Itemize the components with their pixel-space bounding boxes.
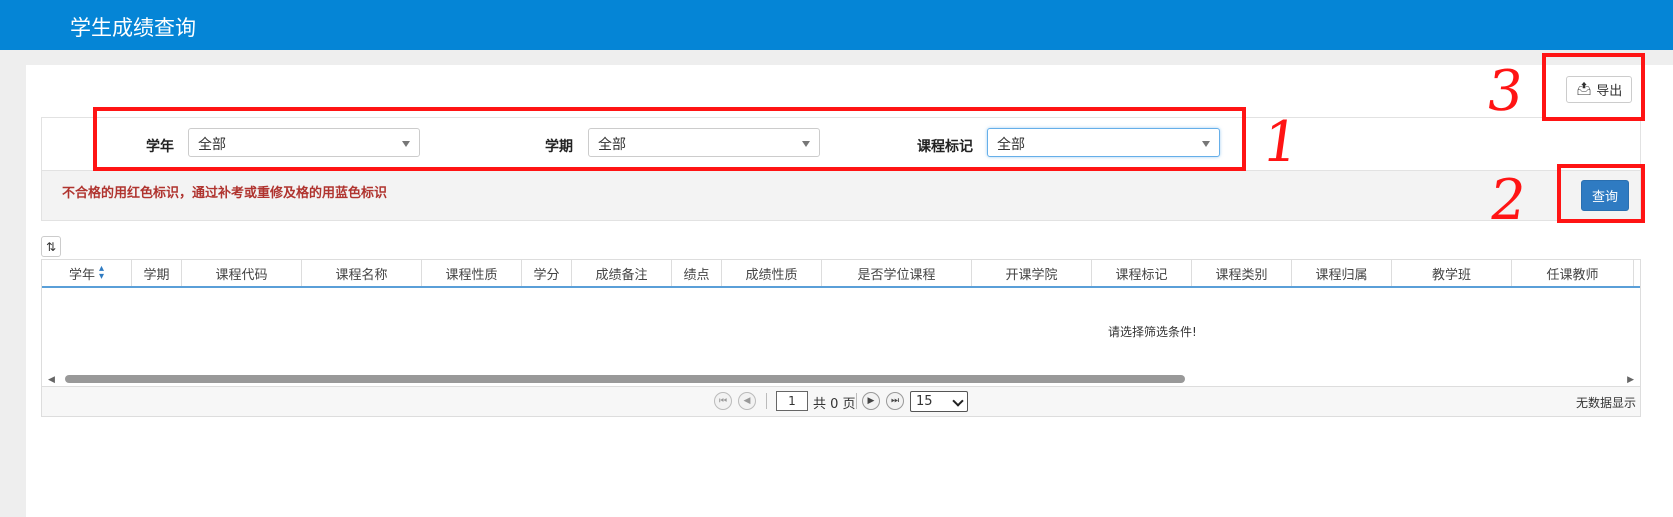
column-header[interactable]: 是否学位课程 (822, 260, 972, 286)
column-header[interactable]: 课程归属 (1292, 260, 1392, 286)
scroll-left-icon[interactable]: ◀ (48, 375, 55, 385)
scrollbar-thumb[interactable] (65, 375, 1185, 383)
top-bar: 学生成绩查询 (0, 0, 1673, 50)
pagination-bar: ⏮︎ ◀ 1 共 0 页 ▶ ⏭︎ 15 无数据显示 (42, 386, 1640, 416)
column-header-year[interactable]: 学年 ▴ ▾ (42, 260, 132, 286)
last-page-icon[interactable]: ⏭︎ (886, 392, 904, 410)
page-title: 学生成绩查询 (70, 16, 196, 40)
column-header[interactable]: 教学班 (1392, 260, 1512, 286)
column-header[interactable]: 学分 (522, 260, 572, 286)
pager-info: 无数据显示 (1575, 396, 1636, 410)
table-header: 学年 ▴ ▾ 学期 课程代码 课程名称 课程性质 学分 成绩备注 绩点 成绩性质 … (42, 260, 1640, 288)
prev-page-icon[interactable]: ◀ (738, 392, 756, 410)
column-header[interactable]: 成绩备注 (572, 260, 672, 286)
horizontal-scrollbar[interactable]: ◀ ▶ (42, 373, 1640, 385)
scroll-right-icon[interactable]: ▶ (1627, 375, 1634, 385)
column-header[interactable]: 学期 (132, 260, 182, 286)
column-header[interactable]: 绩点 (672, 260, 722, 286)
column-header[interactable]: 成绩性质 (722, 260, 822, 286)
column-header[interactable]: 课程性质 (422, 260, 522, 286)
pager-divider (856, 393, 857, 409)
pager-divider (766, 393, 767, 409)
sort-icon: ▴ ▾ (98, 263, 105, 282)
page-size-select[interactable]: 15 (910, 391, 968, 412)
column-header[interactable]: 课程代码 (182, 260, 302, 286)
first-page-icon[interactable]: ⏮︎ (714, 392, 732, 410)
notice-text: 不合格的用红色标识，通过补考或重修及格的用蓝色标识 (62, 186, 388, 201)
column-header[interactable]: 课程类别 (1192, 260, 1292, 286)
next-page-icon[interactable]: ▶ (862, 392, 880, 410)
column-header[interactable]: 课程标记 (1092, 260, 1192, 286)
page-total-text: 共 0 页 (813, 397, 856, 412)
column-header[interactable]: 开课学院 (972, 260, 1092, 286)
sort-toggle-icon[interactable]: ⇅ (41, 236, 61, 257)
annotation-box-3 (1542, 53, 1645, 121)
page-number-input[interactable]: 1 (776, 391, 808, 411)
notice-bar: 不合格的用红色标识，通过补考或重修及格的用蓝色标识 (41, 171, 1641, 221)
column-header[interactable]: 任课教师 (1512, 260, 1634, 286)
column-header[interactable]: 课程名称 (302, 260, 422, 286)
results-table: 学年 ▴ ▾ 学期 课程代码 课程名称 课程性质 学分 成绩备注 绩点 成绩性质 … (41, 259, 1641, 417)
chevron-down-icon (952, 395, 964, 407)
annotation-box-1 (93, 107, 1246, 171)
page-size-value: 15 (916, 394, 933, 409)
annotation-box-2 (1557, 164, 1645, 223)
empty-message: 请选择筛选条件! (1108, 325, 1197, 339)
